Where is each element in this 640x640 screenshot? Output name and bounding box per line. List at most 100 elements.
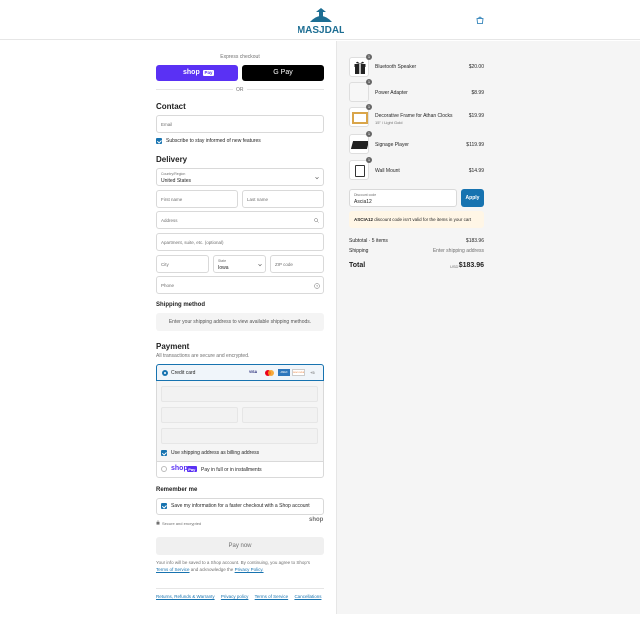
shipping-method-box: Enter your shipping address to view avai… [156,313,324,331]
header: MASJDAL [0,0,640,40]
apartment-placeholder: Apartment, suite, etc. (optional) [161,240,224,245]
discount-warning-text: discount code isn't valid for the items … [374,217,472,222]
total-label: Total [349,262,366,269]
item-price: $20.00 [468,64,484,70]
product-thumbnail [349,82,369,102]
credit-card-option[interactable]: Credit card VISA AMEX DISCOVER +5 [156,364,324,381]
item-name: Signage Player [375,142,409,148]
brand-logo[interactable]: MASJDAL [298,8,344,36]
state-value: Iowa [218,264,229,271]
total-value: $183.96 [458,262,484,269]
item-price: $19.99 [468,113,484,119]
email-field[interactable]: Email [156,115,324,133]
city-field[interactable]: City [156,255,209,273]
delivery-heading: Delivery [156,155,188,164]
help-icon[interactable]: ? [314,282,320,289]
item-variant: 15" / Light Gold [375,120,403,125]
footer-link-returns[interactable]: Returns, Refunds & Warranty [156,594,215,599]
item-price: $8.99 [471,90,484,96]
quantity-badge: 1 [366,131,372,137]
quantity-badge: 1 [366,79,372,85]
footer-link-cancellations[interactable]: Cancellations [294,594,321,599]
save-info-checkbox[interactable] [161,503,167,509]
privacy-link[interactable]: Privacy Policy. [235,567,264,572]
apply-button[interactable]: Apply [461,189,484,207]
shop-pay-button[interactable]: shop Pay [156,65,238,81]
google-pay-button[interactable]: G Pay [242,65,324,81]
name-on-card-field[interactable] [161,428,318,444]
apply-label: Apply [465,195,480,201]
shop-pay-wordmark: shop [183,69,200,76]
divider [156,461,324,462]
address-field[interactable]: Address [156,211,324,229]
zip-field[interactable]: ZIP code [270,255,324,273]
lock-icon [156,520,160,525]
shipping-method-message: Enter your shipping address to view avai… [168,319,312,325]
last-name-placeholder: Last name [247,197,269,202]
footer-links: Returns, Refunds & Warranty Privacy poli… [156,594,321,599]
phone-placeholder: Phone [161,283,175,288]
shop-pay-badge: Pay [187,466,197,472]
order-summary [336,41,640,614]
apartment-field[interactable]: Apartment, suite, etc. (optional) [156,233,324,251]
shop-pay-option-label: Pay in full or in installments [201,467,262,473]
visa-icon: VISA [249,370,258,374]
item-price: $119.99 [466,142,484,148]
city-placeholder: City [161,262,169,267]
shipping-label: Shipping [349,248,369,254]
shipping-value: Enter shipping address [432,248,484,254]
discount-code-label: Discount code [354,193,377,197]
country-value: United States [161,177,192,184]
save-info-label: Save my information for a faster checkou… [171,503,310,509]
footer-divider [156,588,324,589]
remember-me-heading: Remember me [156,487,198,493]
item-name: Wall Mount [375,168,400,174]
phone-field[interactable]: Phone ? [156,276,324,294]
security-code-field[interactable] [242,407,318,423]
search-icon [314,218,319,223]
shop-logo: shop [309,517,324,523]
state-label: State [218,259,227,263]
item-price: $14.99 [468,168,484,174]
last-name-field[interactable]: Last name [242,190,324,208]
mastercard-icon [265,369,274,376]
terms-link[interactable]: Terms of Service [156,567,190,572]
product-thumbnail [349,160,369,180]
subscribe-label: Subscribe to stay informed of new featur… [166,138,261,144]
expiration-field[interactable] [161,407,238,423]
footer-link-terms[interactable]: Terms of Service [255,594,289,599]
discover-icon: DISCOVER [292,369,305,376]
state-select[interactable]: State Iowa [213,255,266,273]
shop-pay-radio[interactable] [161,466,167,472]
discount-code-field[interactable]: Discount code Ascia12 [349,189,457,207]
first-name-field[interactable]: First name [156,190,238,208]
chevron-down-icon [258,263,262,267]
item-name: Power Adapter [375,90,408,96]
bag-icon[interactable] [476,16,484,24]
billing-label: Use shipping address as billing address [171,450,260,456]
quantity-badge: 1 [366,54,372,60]
pay-now-button[interactable]: Pay now [156,537,324,555]
subscribe-checkbox[interactable] [156,138,162,144]
pay-now-label: Pay now [228,542,252,549]
or-divider-label: OR [233,86,247,93]
item-name: Bluetooth Speaker [375,64,417,70]
more-cards-label: +5 [310,370,315,375]
product-thumbnail [349,134,369,154]
contact-heading: Contact [156,102,186,111]
legal-line: Your info will be saved to a Shop accoun… [156,560,311,565]
country-select[interactable]: Country/Region United States [156,168,324,186]
footer-link-privacy[interactable]: Privacy policy [221,594,249,599]
billing-checkbox[interactable] [161,450,167,456]
email-placeholder: Email [161,122,173,127]
credit-card-label: Credit card [171,370,196,376]
quantity-badge: 1 [366,104,372,110]
address-placeholder: Address [161,218,178,223]
product-thumbnail [349,57,369,77]
chevron-down-icon [315,176,319,180]
card-number-field[interactable] [161,386,318,402]
shipping-method-heading: Shipping method [156,302,205,308]
credit-card-radio[interactable] [162,370,168,376]
google-pay-label: G Pay [273,69,293,76]
payment-subtitle: All transactions are secure and encrypte… [156,353,250,359]
